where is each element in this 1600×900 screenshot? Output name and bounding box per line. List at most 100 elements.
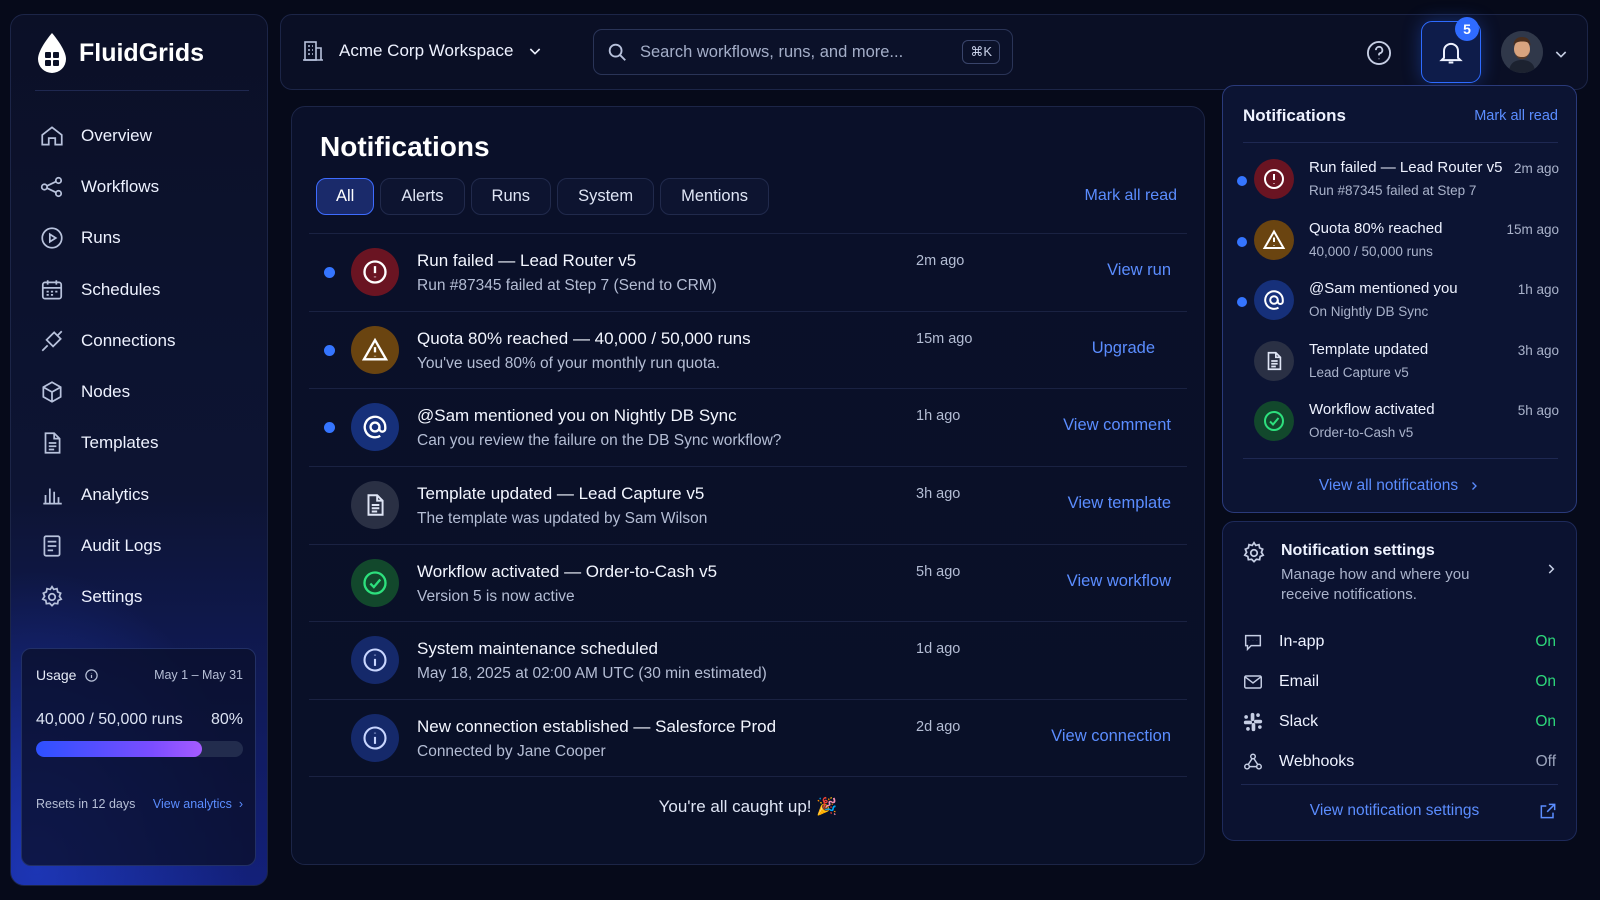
dropdown-mark-all-read-button[interactable]: Mark all read bbox=[1474, 108, 1558, 124]
notification-time: 1h ago bbox=[916, 408, 961, 425]
notification-title: New connection established — Salesforce … bbox=[417, 717, 777, 737]
notification-row[interactable]: Template updated — Lead Capture v5 The t… bbox=[309, 466, 1187, 544]
upgrade-link[interactable]: Upgrade bbox=[1092, 339, 1155, 358]
channel-state[interactable]: On bbox=[1535, 713, 1556, 731]
view-analytics-label: View analytics bbox=[152, 797, 232, 811]
channel-name: Email bbox=[1279, 673, 1320, 690]
dropdown-item[interactable]: Quota 80% reached 40,000 / 50,000 runs 1… bbox=[1223, 209, 1576, 270]
unread-dot bbox=[324, 344, 335, 356]
dropdown-item-subtitle: Order-to-Cash v5 bbox=[1309, 425, 1414, 440]
notification-row[interactable]: @Sam mentioned you on Nightly DB Sync Ca… bbox=[309, 388, 1187, 466]
view-workflow-link[interactable]: View workflow bbox=[1067, 572, 1171, 591]
search-input[interactable] bbox=[640, 42, 951, 62]
notification-subtitle: Connected by Jane Cooper bbox=[417, 743, 606, 761]
chat-icon bbox=[1241, 630, 1265, 654]
channel-slack[interactable]: Slack On bbox=[1241, 702, 1556, 742]
channel-state[interactable]: On bbox=[1535, 673, 1556, 691]
notification-time: 2d ago bbox=[916, 719, 961, 736]
channel-in-app[interactable]: In-app On bbox=[1241, 622, 1556, 662]
notification-row[interactable]: System maintenance scheduled May 18, 202… bbox=[309, 621, 1187, 699]
chevron-right-icon bbox=[1468, 480, 1480, 492]
notification-row[interactable]: Workflow activated — Order-to-Cash v5 Ve… bbox=[309, 543, 1187, 622]
notification-title: Template updated — Lead Capture v5 bbox=[417, 484, 705, 504]
sidebar-item-label: Connections bbox=[81, 330, 176, 350]
slack-icon bbox=[1241, 710, 1265, 734]
dropdown-list: Run failed — Lead Router v5 Run #87345 f… bbox=[1223, 148, 1576, 451]
dropdown-item[interactable]: Workflow activated Order-to-Cash v5 5h a… bbox=[1223, 390, 1576, 451]
notification-settings-link[interactable]: Notification settings Manage how and whe… bbox=[1241, 540, 1558, 610]
notification-row[interactable]: New connection established — Salesforce … bbox=[309, 699, 1187, 777]
sidebar-item-runs[interactable]: Runs bbox=[11, 213, 267, 264]
channel-name: Webhooks bbox=[1279, 753, 1355, 770]
info-icon bbox=[351, 636, 399, 685]
sidebar-item-overview[interactable]: Overview bbox=[11, 110, 267, 161]
sidebar-item-audit-logs[interactable]: Audit Logs bbox=[11, 520, 267, 571]
top-bar: Acme Corp Workspace ⌘K 5 bbox=[280, 14, 1588, 90]
sidebar-item-label: Nodes bbox=[81, 382, 131, 402]
help-icon[interactable] bbox=[1365, 39, 1393, 67]
workflow-icon bbox=[39, 174, 65, 200]
sidebar-item-workflows[interactable]: Workflows bbox=[11, 161, 267, 212]
search-icon bbox=[606, 41, 628, 63]
tab-system[interactable]: System bbox=[557, 178, 655, 215]
notifications-panel: Notifications All Alerts Runs System Men… bbox=[291, 106, 1205, 865]
sidebar-item-analytics[interactable]: Analytics bbox=[11, 469, 267, 520]
dropdown-item[interactable]: Template updated Lead Capture v5 3h ago bbox=[1223, 330, 1576, 391]
view-comment-link[interactable]: View comment bbox=[1063, 416, 1171, 435]
alert-circle-icon bbox=[1254, 159, 1294, 199]
tab-runs[interactable]: Runs bbox=[470, 178, 552, 215]
view-notification-settings-label: View notification settings bbox=[1309, 802, 1480, 819]
logo[interactable]: FluidGrids bbox=[35, 31, 204, 75]
sidebar-item-templates[interactable]: Templates bbox=[11, 418, 267, 469]
sidebar-item-label: Overview bbox=[81, 125, 152, 145]
mail-icon bbox=[1241, 670, 1265, 694]
channel-state[interactable]: Off bbox=[1536, 753, 1556, 771]
tab-all[interactable]: All bbox=[316, 178, 375, 215]
usage-percent: 80% bbox=[210, 711, 243, 728]
info-icon[interactable] bbox=[84, 668, 99, 683]
view-analytics-link[interactable]: View analytics › bbox=[153, 797, 243, 811]
channel-webhooks[interactable]: Webhooks Off bbox=[1241, 742, 1556, 782]
view-run-link[interactable]: View run bbox=[1107, 261, 1171, 280]
notification-row[interactable]: Run failed — Lead Router v5 Run #87345 f… bbox=[309, 233, 1187, 311]
sidebar-item-connections[interactable]: Connections bbox=[11, 315, 267, 366]
dropdown-item[interactable]: Run failed — Lead Router v5 Run #87345 f… bbox=[1223, 148, 1576, 209]
tab-mentions[interactable]: Mentions bbox=[660, 178, 770, 215]
tab-alerts[interactable]: Alerts bbox=[380, 178, 465, 215]
view-connection-link[interactable]: View connection bbox=[1051, 727, 1171, 746]
dropdown-item[interactable]: @Sam mentioned you On Nightly DB Sync 1h… bbox=[1223, 269, 1576, 330]
notification-time: 1d ago bbox=[916, 641, 961, 658]
channel-email[interactable]: Email On bbox=[1241, 662, 1556, 702]
workspace-switcher[interactable]: Acme Corp Workspace bbox=[301, 39, 543, 63]
settings-description: Manage how and where you receive notific… bbox=[1281, 566, 1470, 603]
mark-all-read-button[interactable]: Mark all read bbox=[1085, 187, 1177, 205]
chevron-down-icon[interactable] bbox=[1553, 46, 1569, 62]
avatar[interactable] bbox=[1501, 31, 1543, 73]
cube-icon bbox=[39, 379, 65, 405]
usage-period: May 1 – May 31 bbox=[154, 668, 243, 682]
info-icon bbox=[351, 714, 399, 763]
all-caught-up-message: You're all caught up! 🎉 bbox=[658, 797, 838, 816]
view-all-notifications-link[interactable]: View all notifications bbox=[1223, 477, 1576, 495]
usage-resets: Resets in 12 days bbox=[36, 797, 136, 811]
unread-dot bbox=[1237, 297, 1247, 307]
dropdown-item-title: Run failed — Lead Router v5 bbox=[1309, 159, 1503, 176]
sidebar-item-settings[interactable]: Settings bbox=[11, 572, 267, 623]
sidebar-item-label: Analytics bbox=[81, 484, 150, 504]
view-notification-settings-link[interactable]: View notification settings bbox=[1223, 801, 1558, 821]
view-template-link[interactable]: View template bbox=[1068, 494, 1171, 513]
shortcut-hint: ⌘K bbox=[962, 40, 1000, 64]
channel-state[interactable]: On bbox=[1535, 633, 1556, 651]
notification-row[interactable]: Quota 80% reached — 40,000 / 50,000 runs… bbox=[309, 310, 1187, 389]
app-name: FluidGrids bbox=[79, 38, 204, 67]
at-sign-icon bbox=[1254, 280, 1294, 320]
fluidgrids-logo-icon bbox=[35, 31, 69, 75]
dropdown-item-time: 15m ago bbox=[1506, 221, 1559, 237]
sidebar-item-nodes[interactable]: Nodes bbox=[11, 366, 267, 417]
channel-name: Slack bbox=[1279, 713, 1319, 730]
calendar-icon bbox=[39, 277, 65, 303]
unread-dot bbox=[1237, 176, 1247, 186]
search-box: ⌘K bbox=[593, 29, 1013, 75]
sidebar-item-schedules[interactable]: Schedules bbox=[11, 264, 267, 315]
notification-time: 2m ago bbox=[916, 253, 965, 269]
